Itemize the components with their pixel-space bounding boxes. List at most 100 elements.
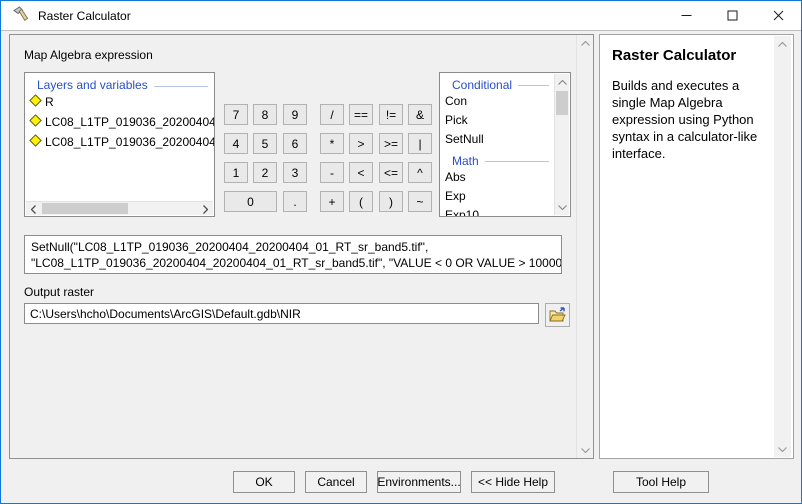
scrollbar-thumb[interactable] [42, 203, 128, 214]
cancel-button[interactable]: Cancel [305, 471, 367, 493]
scroll-down-button[interactable] [555, 199, 569, 215]
scroll-right-button[interactable] [198, 202, 213, 216]
header-rule [154, 86, 208, 87]
titlebar[interactable]: Raster Calculator [1, 1, 801, 31]
output-raster-input[interactable] [24, 303, 539, 324]
scroll-down-button[interactable] [577, 442, 593, 458]
expression-line-2: "LC08_L1TP_019036_20200404_20200404_01_R… [31, 255, 555, 271]
layer-list-item[interactable]: LC08_L1TP_019036_20200404_202 [25, 132, 214, 152]
chevron-left-icon [31, 205, 36, 214]
scroll-left-button[interactable] [26, 202, 41, 216]
scrollbar-thumb[interactable] [556, 91, 568, 115]
calc-button->[interactable]: > [349, 133, 373, 154]
layer-list-item[interactable]: R [25, 92, 214, 112]
tool-help-button[interactable]: Tool Help [613, 471, 709, 493]
layer-diamond-icon [29, 134, 42, 150]
function-item-Pick[interactable]: Pick [440, 111, 555, 130]
expression-line-1: SetNull("LC08_L1TP_019036_20200404_20200… [31, 239, 555, 255]
minimize-icon [681, 10, 692, 21]
calc-button-==[interactable]: == [349, 104, 373, 125]
calc-button-([interactable]: ( [349, 191, 373, 212]
scroll-down-button[interactable] [774, 441, 791, 457]
window-title: Raster Calculator [38, 9, 131, 23]
calc-button-<=[interactable]: <= [379, 162, 403, 183]
layer-list-item[interactable]: LC08_L1TP_019036_20200404_202 [25, 112, 214, 132]
hammer-icon [12, 5, 30, 26]
calc-button-<[interactable]: < [349, 162, 373, 183]
function-item-Abs[interactable]: Abs [440, 168, 555, 187]
layers-list: R LC08_L1TP_019036_20200404_202 LC08_L1TP_… [25, 92, 214, 152]
layer-label: LC08_L1TP_019036_20200404_202 [45, 115, 214, 129]
calculator-keypad: 789 /== !=& 456 *> >=| 123-< <=^ 0. +()~ [224, 104, 432, 212]
functions-list: ConditionalConPickSetNull MathAbsExpExp10 [440, 73, 555, 217]
calc-button-^[interactable]: ^ [408, 162, 432, 183]
browse-folder-icon [549, 307, 566, 323]
scroll-up-button[interactable] [555, 74, 569, 90]
calc-button-1[interactable]: 1 [224, 162, 248, 183]
maximize-icon [727, 10, 738, 21]
scroll-up-button[interactable] [577, 35, 593, 51]
functions-listbox: ConditionalConPickSetNull MathAbsExpExp10 [439, 72, 571, 217]
browse-output-button[interactable] [545, 303, 570, 327]
calc-button-8[interactable]: 8 [253, 104, 277, 125]
section-title: Conditional [452, 78, 512, 92]
close-button[interactable] [755, 1, 801, 30]
chevron-down-icon [558, 205, 567, 210]
section-title: Math [452, 154, 479, 168]
help-vertical-scrollbar[interactable] [774, 36, 791, 457]
expression-textarea[interactable]: SetNull("LC08_L1TP_019036_20200404_20200… [24, 235, 562, 274]
chevron-down-icon [581, 448, 590, 453]
function-item-SetNull[interactable]: SetNull [440, 130, 555, 149]
chevron-right-icon [203, 205, 208, 214]
tool-parameters-panel: Map Algebra expression Layers and variab… [9, 34, 594, 459]
help-panel: Raster Calculator Builds and executes a … [599, 34, 794, 459]
layer-diamond-icon [29, 114, 42, 130]
ok-button[interactable]: OK [233, 471, 295, 493]
functions-vertical-scrollbar[interactable] [554, 74, 569, 215]
function-section-header: Conditional [440, 73, 555, 92]
maximize-button[interactable] [709, 1, 755, 30]
layer-label: R [45, 95, 54, 109]
function-item-Exp10[interactable]: Exp10 [440, 206, 555, 217]
scroll-up-button[interactable] [774, 36, 791, 52]
main-vertical-scrollbar[interactable] [576, 35, 593, 458]
environments-button[interactable]: Environments... [377, 471, 461, 493]
function-item-Con[interactable]: Con [440, 92, 555, 111]
header-rule [518, 85, 549, 86]
calc-button-7[interactable]: 7 [224, 104, 248, 125]
calc-button-.[interactable]: . [283, 191, 307, 212]
layer-diamond-icon [29, 94, 42, 110]
header-rule [485, 161, 549, 162]
calc-button-|[interactable]: | [408, 133, 432, 154]
calc-button-/[interactable]: / [320, 104, 344, 125]
layers-horizontal-scrollbar[interactable] [26, 201, 213, 215]
calc-button-2[interactable]: 2 [253, 162, 277, 183]
calc-button-&[interactable]: & [408, 104, 432, 125]
calc-button-3[interactable]: 3 [283, 162, 307, 183]
calc-button-*[interactable]: * [320, 133, 344, 154]
help-title: Raster Calculator [612, 47, 736, 64]
chevron-up-icon [778, 42, 787, 47]
layers-panel-title: Layers and variables [37, 78, 148, 92]
chevron-down-icon [778, 447, 787, 452]
help-description: Builds and executes a single Map Algebra… [612, 77, 772, 162]
calc-button-9[interactable]: 9 [283, 104, 307, 125]
map-algebra-expression-label: Map Algebra expression [24, 48, 153, 62]
calc-button-0[interactable]: 0 [224, 191, 277, 212]
calc-button--[interactable]: - [320, 162, 344, 183]
layers-panel-header: Layers and variables [25, 73, 214, 92]
calc-button-~[interactable]: ~ [408, 191, 432, 212]
calc-button-5[interactable]: 5 [253, 133, 277, 154]
function-section-header: Math [440, 149, 555, 168]
calc-button-)[interactable]: ) [379, 191, 403, 212]
calc-button->=[interactable]: >= [379, 133, 403, 154]
hide-help-button[interactable]: << Hide Help [471, 471, 555, 493]
minimize-button[interactable] [663, 1, 709, 30]
chevron-up-icon [558, 80, 567, 85]
output-raster-label: Output raster [24, 285, 94, 299]
function-item-Exp[interactable]: Exp [440, 187, 555, 206]
calc-button-6[interactable]: 6 [283, 133, 307, 154]
calc-button-+[interactable]: + [320, 191, 344, 212]
calc-button-!=[interactable]: != [379, 104, 403, 125]
calc-button-4[interactable]: 4 [224, 133, 248, 154]
